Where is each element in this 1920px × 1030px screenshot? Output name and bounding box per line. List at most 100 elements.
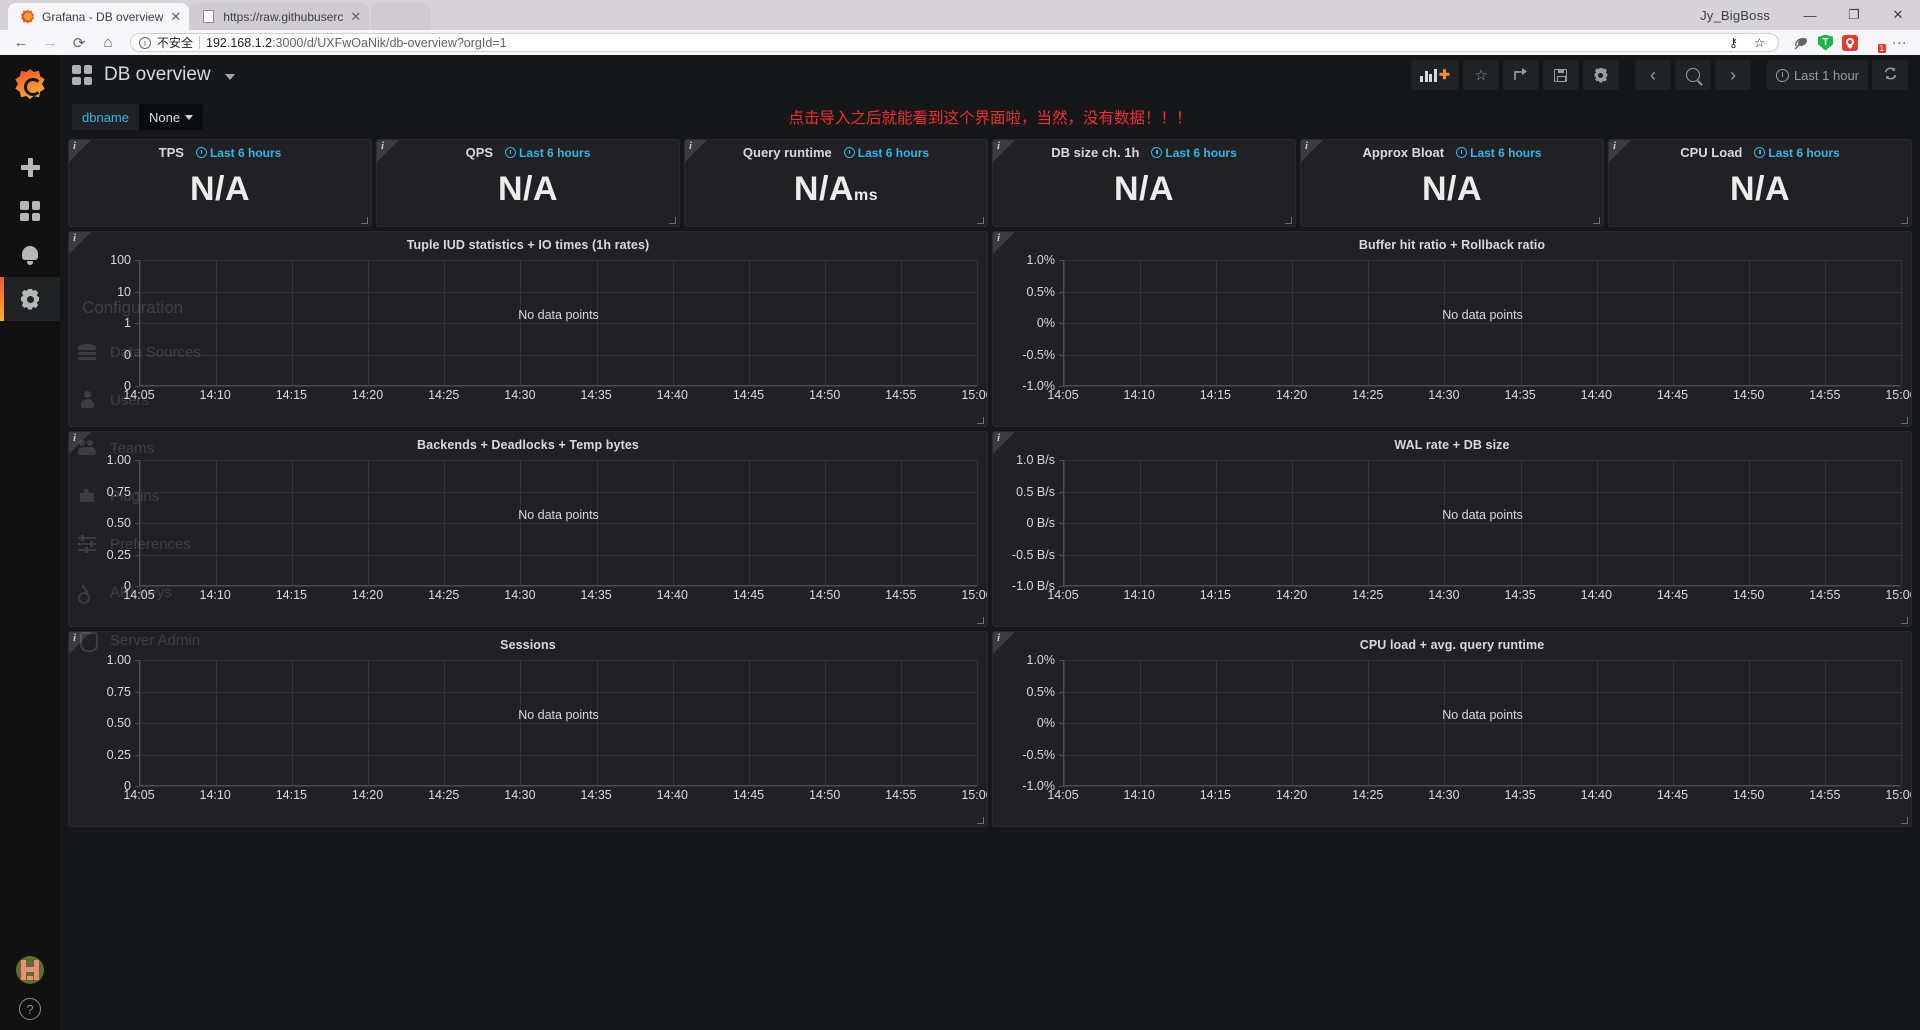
dark-reader-icon[interactable]: 1: [1867, 35, 1886, 53]
panel-resize-handle[interactable]: [1901, 617, 1908, 624]
time-override-label: Last 6 hours: [857, 145, 930, 160]
info-icon[interactable]: i: [997, 232, 1000, 244]
info-icon[interactable]: i: [381, 140, 384, 152]
address-bar[interactable]: i 不安全 192.168.1.2:3000/d/UXFwOaNik/db-ov…: [130, 33, 1779, 52]
tampermonkey-icon[interactable]: T: [1818, 34, 1833, 51]
bookmark-star-icon[interactable]: ☆: [1751, 34, 1768, 51]
panel-resize-handle[interactable]: [1901, 817, 1908, 824]
question-icon[interactable]: ?: [19, 998, 41, 1020]
plot-area[interactable]: 1.0% 0.5% 0% -0.5% -1.0% No data points 14:05 1…: [1003, 653, 1911, 810]
panel-title: WAL rate + DB size: [1394, 438, 1510, 452]
add-panel-button[interactable]: ✚: [1411, 60, 1459, 90]
panel-resize-handle[interactable]: [669, 217, 676, 224]
sidebar-item-configuration[interactable]: [0, 277, 60, 321]
browser-tab-raw-github[interactable]: https://raw.githubuserc ✕: [189, 3, 370, 30]
dashboard-settings-button[interactable]: [1582, 60, 1619, 90]
new-tab-button[interactable]: [371, 3, 432, 30]
plot-area[interactable]: 1.0% 0.5% 0% -0.5% -1.0% No data points 14:05 1…: [1003, 253, 1911, 410]
gridline-vertical: [368, 260, 370, 385]
dashboard-submenu: dbname None 点击导入之后就能看到这个界面啦，当然，没有数据！！！: [60, 95, 1920, 139]
sidebar-item-dashboards[interactable]: [0, 189, 60, 233]
info-icon[interactable]: i: [1305, 140, 1308, 152]
panel-resize-handle[interactable]: [977, 617, 984, 624]
close-icon[interactable]: ✕: [350, 10, 361, 23]
panel-resize-handle[interactable]: [1285, 217, 1292, 224]
x-axis-tick: 14:10: [1123, 388, 1155, 402]
minimize-icon[interactable]: —: [1788, 0, 1832, 30]
info-icon[interactable]: i: [73, 140, 76, 152]
stat-panel-query-runtime[interactable]: i Query runtime Last 6 hours N/Ams: [684, 139, 988, 227]
time-shift-back-button[interactable]: ‹: [1634, 60, 1671, 90]
stat-panel-cpu-load[interactable]: i CPU Load Last 6 hours N/A: [1608, 139, 1912, 227]
plot-area[interactable]: 1.00 0.75 0.50 0.25 0 No data points 14:05 14:1…: [79, 653, 987, 810]
close-window-icon[interactable]: ✕: [1876, 0, 1920, 30]
extension-bar: T 1 ⋮: [1788, 34, 1912, 53]
home-icon[interactable]: ⌂: [95, 30, 121, 55]
browser-tab-grafana[interactable]: Grafana - DB overview ✕: [8, 3, 190, 30]
panel-resize-handle[interactable]: [977, 417, 984, 424]
plot-area[interactable]: 100 10 1 0 0 No data points 14:05 14:10 14:15 14:…: [79, 253, 987, 410]
info-icon[interactable]: i: [73, 432, 76, 444]
info-icon[interactable]: i: [73, 632, 76, 644]
maximize-icon[interactable]: ❐: [1832, 0, 1876, 30]
graph-panel-cpu-load-avg-query-runtime[interactable]: i CPU load + avg. query runtime 1.0% 0.5% 0%…: [992, 631, 1912, 827]
stat-panel-tps[interactable]: i TPS Last 6 hours N/A: [68, 139, 372, 227]
gridline-vertical: [900, 660, 902, 785]
sidebar-bottom: ?: [0, 956, 60, 1020]
gridline-vertical: [368, 660, 370, 785]
time-shift-forward-button[interactable]: ›: [1714, 60, 1751, 90]
variable-value-dropdown[interactable]: None: [138, 104, 204, 130]
info-icon[interactable]: i: [73, 232, 76, 244]
star-icon: ☆: [1474, 67, 1488, 84]
stat-panel-qps[interactable]: i QPS Last 6 hours N/A: [376, 139, 680, 227]
time-range-picker[interactable]: Last 1 hour: [1766, 60, 1868, 90]
y-axis-tick: 1.00: [106, 653, 131, 667]
y-axis-tickmark: [135, 586, 140, 587]
chevron-down-icon[interactable]: [224, 74, 235, 80]
plot-area[interactable]: 1.00 0.75 0.50 0.25 0 No data points 14:05 14:1…: [79, 453, 987, 610]
stat-panel-db-size-change[interactable]: i DB size ch. 1h Last 6 hours N/A: [992, 139, 1296, 227]
info-icon[interactable]: i: [1613, 140, 1616, 152]
panel-resize-handle[interactable]: [1593, 217, 1600, 224]
password-key-icon[interactable]: ⚷: [1725, 34, 1742, 51]
avatar[interactable]: [16, 956, 44, 984]
panel-resize-handle[interactable]: [1901, 417, 1908, 424]
refresh-dashboard-button[interactable]: [1872, 60, 1908, 90]
panel-resize-handle[interactable]: [1901, 217, 1908, 224]
plot-area[interactable]: 1.0 B/s 0.5 B/s 0 B/s -0.5 B/s -1.0 B/s No da…: [1003, 453, 1911, 610]
satellite-dish-icon[interactable]: [1792, 34, 1809, 51]
info-icon[interactable]: i: [997, 140, 1000, 152]
site-info-icon[interactable]: i: [139, 36, 151, 49]
back-icon[interactable]: ←: [8, 30, 34, 55]
close-icon[interactable]: ✕: [170, 10, 181, 23]
tab-title: https://raw.githubuserc: [223, 9, 344, 24]
stat-panel-row: i TPS Last 6 hours N/A i QPS Last 6 hour…: [68, 139, 1912, 227]
stat-panel-approx-bloat[interactable]: i Approx Bloat Last 6 hours N/A: [1300, 139, 1604, 227]
share-dashboard-button[interactable]: [1502, 60, 1539, 90]
qq-extension-icon[interactable]: [1842, 34, 1858, 51]
graph-panel-sessions[interactable]: i Sessions 1.00 0.75 0.50 0.25 0 No data points…: [68, 631, 988, 827]
zoom-out-button[interactable]: [1674, 60, 1711, 90]
browser-menu-icon[interactable]: ⋮: [1892, 36, 1908, 50]
info-icon[interactable]: i: [997, 632, 1000, 644]
panel-resize-handle[interactable]: [361, 217, 368, 224]
sidebar-item-alerting[interactable]: [0, 233, 60, 277]
graph-panel-buffer-hit-ratio[interactable]: i Buffer hit ratio + Rollback ratio 1.0% 0.…: [992, 231, 1912, 427]
save-dashboard-button[interactable]: [1542, 60, 1579, 90]
graph-panel-backends-deadlocks-temp-bytes[interactable]: i Backends + Deadlocks + Temp bytes 1.00 0.…: [68, 431, 988, 627]
x-axis-tick: 14:55: [1809, 388, 1841, 402]
breadcrumb[interactable]: DB overview: [72, 64, 235, 86]
reload-icon[interactable]: ⟳: [66, 30, 92, 55]
graph-panel-wal-rate-db-size[interactable]: i WAL rate + DB size 1.0 B/s 0.5 B/s 0 B/s -0…: [992, 431, 1912, 627]
info-icon[interactable]: i: [689, 140, 692, 152]
window-user-label[interactable]: Jy_BigBoss: [1682, 8, 1788, 23]
mark-favorite-button[interactable]: ☆: [1462, 60, 1499, 90]
sidebar-item-create[interactable]: [0, 145, 60, 189]
forward-icon[interactable]: →: [37, 30, 63, 55]
grafana-logo-icon[interactable]: [13, 67, 47, 101]
variable-dbname[interactable]: dbname None: [72, 104, 204, 130]
panel-resize-handle[interactable]: [977, 817, 984, 824]
panel-resize-handle[interactable]: [977, 217, 984, 224]
info-icon[interactable]: i: [997, 432, 1000, 444]
graph-panel-tuple-iud-statistics[interactable]: i Tuple IUD statistics + IO times (1h rat…: [68, 231, 988, 427]
